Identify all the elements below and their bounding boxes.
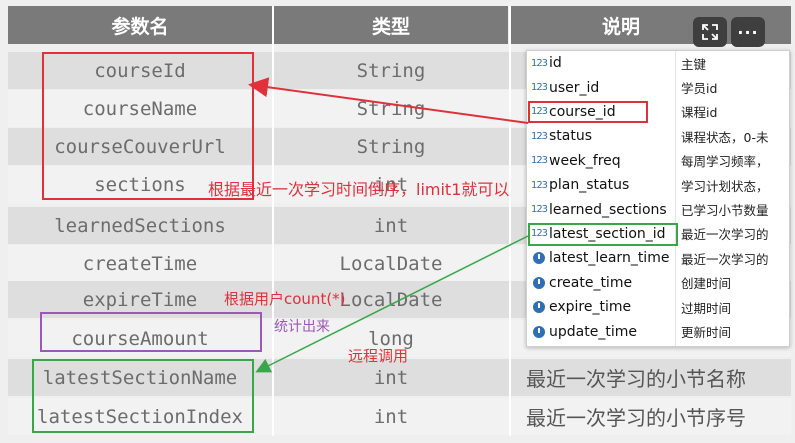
remote-call-annotation: 远程调用 [348,347,409,365]
screenshot: 参数名 类型 说明 courseId String courseName String… [0,0,795,443]
tally-annotation: 统计出来 [274,319,330,335]
annotation-arrows [248,77,529,373]
sort-annotation: 根据最近一次学习时间倒序，limit1就可以 [208,180,510,199]
red-arrow [248,77,529,124]
count-annotation: 根据用户count(*) [224,290,346,308]
